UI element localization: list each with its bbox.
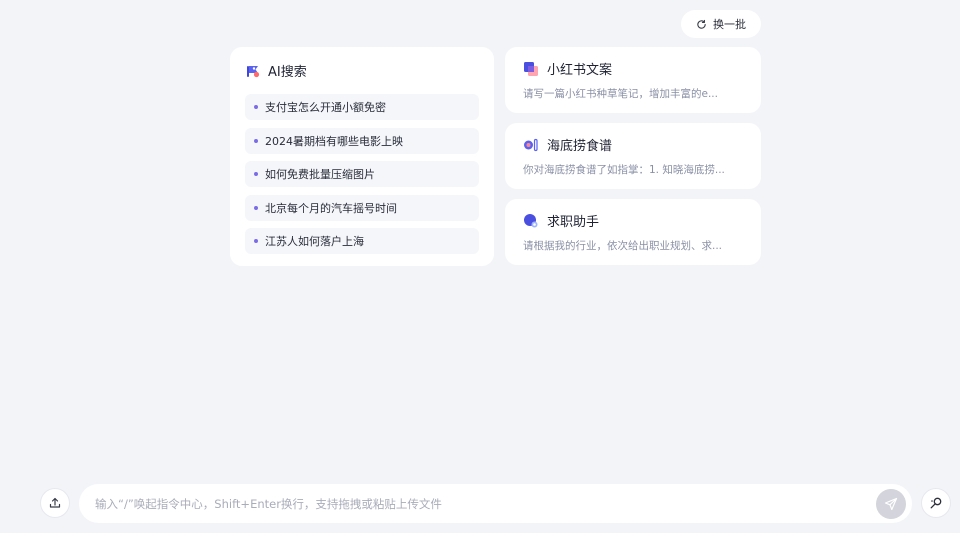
chat-input-bar bbox=[79, 484, 912, 523]
search-suggestion[interactable]: 支付宝怎么开通小额免密 bbox=[245, 94, 479, 120]
bullet-icon bbox=[254, 105, 258, 109]
agent-card-job-assistant[interactable]: 求职助手 请根据我的行业，依次给出职业规划、求... bbox=[505, 199, 761, 265]
agent-card-header: 求职助手 bbox=[523, 211, 743, 230]
send-icon bbox=[884, 497, 898, 510]
agent-description: 你对海底捞食谱了如指掌：1. 知晓海底捞... bbox=[523, 164, 725, 176]
page: 换一批 AI搜索 支付宝怎么开通小额免密 2024暑期档有哪些电影上映 如何免费… bbox=[0, 0, 960, 533]
search-suggestion[interactable]: 2024暑期档有哪些电影上映 bbox=[245, 127, 479, 154]
search-suggestion-label: 2024暑期档有哪些电影上映 bbox=[265, 134, 403, 148]
agent-card-haidilao[interactable]: 海底捞食谱 你对海底捞食谱了如指掌：1. 知晓海底捞... bbox=[505, 123, 761, 189]
search-suggestion-label: 如何免费批量压缩图片 bbox=[265, 168, 375, 181]
search-suggestion[interactable]: 北京每个月的汽车摇号时间 bbox=[245, 194, 479, 221]
ai-search-list: 支付宝怎么开通小额免密 2024暑期档有哪些电影上映 如何免费批量压缩图片 北京… bbox=[245, 94, 479, 254]
search-suggestion-label: 支付宝怎么开通小额免密 bbox=[265, 101, 386, 114]
upload-icon bbox=[49, 497, 61, 508]
ai-search-card: AI搜索 支付宝怎么开通小额免密 2024暑期档有哪些电影上映 如何免费批量压缩… bbox=[230, 47, 494, 266]
agent-description: 请写一篇小红书种草笔记，增加丰富的e... bbox=[523, 88, 718, 100]
tools-button[interactable] bbox=[921, 488, 951, 518]
xiaohongshu-icon bbox=[524, 61, 538, 76]
ai-search-title: AI搜索 bbox=[268, 65, 307, 80]
send-button[interactable] bbox=[876, 488, 906, 519]
search-tool-icon bbox=[930, 497, 942, 509]
recipe-icon bbox=[524, 138, 538, 151]
search-suggestion-label: 北京每个月的汽车摇号时间 bbox=[265, 201, 397, 215]
refresh-button[interactable]: 换一批 bbox=[681, 10, 761, 38]
ai-search-header: AI搜索 bbox=[245, 61, 479, 80]
agent-card-header: 小红书文案 bbox=[523, 59, 743, 78]
bullet-icon bbox=[254, 172, 258, 176]
bullet-icon bbox=[254, 138, 258, 143]
agent-title: 小红书文案 bbox=[547, 63, 613, 78]
search-suggestion-label: 江苏人如何落户上海 bbox=[265, 235, 364, 248]
agent-description: 请根据我的行业，依次给出职业规划、求... bbox=[523, 240, 723, 252]
ai-search-icon bbox=[247, 65, 260, 77]
search-suggestion[interactable]: 如何免费批量压缩图片 bbox=[245, 161, 479, 187]
agent-title: 海底捞食谱 bbox=[547, 139, 613, 154]
upload-button[interactable] bbox=[40, 488, 70, 518]
bullet-icon bbox=[254, 205, 258, 210]
agent-title: 求职助手 bbox=[547, 215, 600, 230]
refresh-icon bbox=[697, 19, 706, 29]
bullet-icon bbox=[254, 239, 258, 243]
chat-input[interactable] bbox=[95, 496, 876, 511]
agent-card-header: 海底捞食谱 bbox=[523, 135, 743, 154]
search-suggestion[interactable]: 江苏人如何落户上海 bbox=[245, 228, 479, 254]
job-assistant-icon bbox=[524, 213, 538, 227]
agent-card-xiaohongshu[interactable]: 小红书文案 请写一篇小红书种草笔记，增加丰富的e... bbox=[505, 47, 761, 113]
refresh-label: 换一批 bbox=[713, 18, 746, 31]
